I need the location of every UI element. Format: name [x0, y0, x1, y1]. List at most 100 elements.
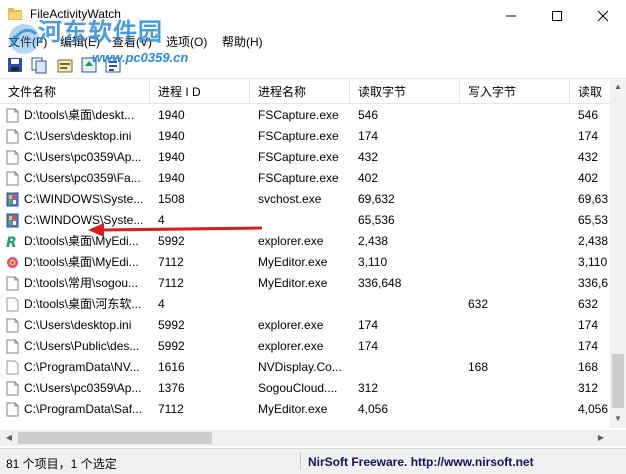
app-r-icon: R — [6, 234, 19, 251]
scroll-down-icon[interactable]: ▼ — [610, 414, 626, 423]
cell-filename: C:\ProgramData\NV... — [24, 360, 140, 374]
cell-write-bytes: 168 — [468, 360, 489, 374]
cell-filename: D:\tools\桌面\MyEdi... — [24, 255, 139, 269]
cell-read-bytes: 402 — [358, 171, 379, 185]
cell-read-bytes: 312 — [358, 381, 379, 395]
maximize-icon — [552, 11, 562, 22]
table-row[interactable]: C:\Users\desktop.ini 5992 explorer.exe 174 1… — [0, 315, 610, 336]
cell-filename: D:\tools\桌面\MyEdi... — [24, 234, 139, 248]
cell-read-more: 174 — [578, 318, 599, 332]
cell-read-more: 65,53 — [578, 213, 609, 227]
document-icon — [6, 381, 19, 396]
cell-process: NVDisplay.Co... — [258, 360, 342, 374]
table-row[interactable]: D:\tools\桌面\河东软... 4 632 632 — [0, 294, 610, 315]
status-divider — [300, 452, 301, 470]
column-header-write-bytes[interactable]: 写入字节 — [460, 80, 570, 104]
table-row[interactable]: C:\WINDOWS\Syste... 1508 svchost.exe 69,632… — [0, 189, 610, 210]
cell-filename: C:\Users\desktop.ini — [24, 318, 132, 332]
column-header-filename[interactable]: 文件名称 — [0, 80, 150, 104]
table-row[interactable]: R D:\tools\桌面\MyEdi... 5992 explorer.exe 2,4… — [0, 231, 610, 252]
cell-read-bytes: 4,056 — [358, 402, 389, 416]
document-icon — [6, 339, 19, 354]
close-button[interactable] — [580, 0, 626, 30]
cell-pid: 1376 — [158, 381, 185, 395]
cell-read-bytes — [358, 294, 446, 315]
cell-read-more: 312 — [578, 381, 599, 395]
vertical-scroll-thumb[interactable] — [612, 354, 624, 408]
menu-options[interactable]: 选项(O) — [166, 33, 207, 50]
cell-read-bytes: 174 — [358, 318, 379, 332]
file-activity-list[interactable]: 文件名称 进程 I D 进程名称 读取字节 写入字节 读取 D:\tools\桌… — [0, 80, 610, 428]
app-window: FileActivityWatch 文件(F) 编辑(E) 查看(V) 选项(O… — [0, 0, 626, 474]
cell-process: explorer.exe — [258, 234, 324, 248]
status-nirsoft-link[interactable]: NirSoft Freeware. http://www.nirsoft.net — [308, 455, 534, 469]
table-row[interactable]: C:\Users\Public\des... 5992 explorer.exe 17… — [0, 336, 610, 357]
menu-help[interactable]: 帮助(H) — [222, 33, 263, 50]
vertical-scrollbar[interactable]: ▲ ▼ — [610, 80, 626, 428]
cell-read-more: 402 — [578, 171, 599, 185]
horizontal-scroll-thumb[interactable] — [18, 432, 212, 444]
cell-pid: 5992 — [158, 318, 185, 332]
maximize-button[interactable] — [534, 0, 580, 30]
cell-read-more: 69,63 — [578, 192, 609, 206]
cell-read-bytes: 2,438 — [358, 234, 389, 248]
column-header-process[interactable]: 进程名称 — [250, 80, 350, 104]
cell-pid: 1940 — [158, 108, 185, 122]
cell-write-bytes — [468, 399, 556, 420]
cell-read-more: 546 — [578, 108, 599, 122]
cell-read-bytes: 336,648 — [358, 276, 402, 290]
table-row[interactable]: C:\ProgramData\NV... 1616 NVDisplay.Co... 1… — [0, 357, 610, 378]
cell-filename: D:\tools\常用\sogou... — [24, 276, 139, 290]
cell-read-bytes — [358, 357, 446, 378]
cell-write-bytes: 632 — [468, 297, 489, 311]
cell-read-bytes: 3,110 — [358, 255, 388, 269]
cell-pid: 1508 — [158, 192, 185, 206]
table-row[interactable]: C:\Users\pc0359\Fa... 1940 FSCapture.exe 40… — [0, 168, 610, 189]
cell-read-bytes: 69,632 — [358, 192, 395, 206]
cell-read-bytes: 174 — [358, 129, 379, 143]
copy-icon[interactable] — [30, 56, 48, 74]
watermark-title: 河东软件园 — [38, 18, 163, 46]
table-row[interactable]: C:\Users\pc0359\Ap... 1376 SogouCloud.... 3… — [0, 378, 610, 399]
properties-icon[interactable] — [56, 56, 74, 74]
column-header-pid[interactable]: 进程 I D — [150, 80, 250, 104]
document-icon — [6, 150, 19, 165]
cell-read-more: 168 — [578, 360, 599, 374]
editor-app-icon — [6, 255, 19, 270]
save-icon[interactable] — [6, 56, 24, 74]
scroll-left-icon[interactable]: ◀ — [1, 433, 17, 442]
cell-filename: D:\tools\桌面\河东软... — [24, 297, 142, 311]
cell-filename: C:\Users\pc0359\Ap... — [24, 381, 142, 395]
cell-write-bytes — [468, 168, 556, 189]
cell-write-bytes — [468, 147, 556, 168]
table-row[interactable]: C:\ProgramData\Saf... 7112 MyEditor.exe 4,0… — [0, 399, 610, 420]
cell-write-bytes — [468, 336, 556, 357]
cell-filename: C:\Users\pc0359\Fa... — [24, 171, 141, 185]
scrollbar-corner — [610, 430, 626, 446]
table-row[interactable]: C:\Users\pc0359\Ap... 1940 FSCapture.exe 43… — [0, 147, 610, 168]
cell-process: MyEditor.exe — [258, 402, 328, 416]
status-item-count: 81 个项目，1 个选定 — [6, 457, 117, 471]
cell-write-bytes — [468, 105, 556, 126]
scroll-up-icon[interactable]: ▲ — [610, 82, 626, 91]
document-icon — [6, 318, 19, 333]
cell-filename: C:\WINDOWS\Syste... — [24, 192, 144, 206]
table-row[interactable]: D:\tools\常用\sogou... 7112 MyEditor.exe 336,… — [0, 273, 610, 294]
cell-pid: 5992 — [158, 339, 185, 353]
column-header-read-more[interactable]: 读取 — [570, 80, 610, 104]
table-row[interactable]: D:\tools\桌面\deskt... 1940 FSCapture.exe 546… — [0, 105, 610, 126]
cell-read-more: 3,110 — [578, 255, 608, 269]
minimize-button[interactable] — [488, 0, 534, 30]
cell-write-bytes — [468, 210, 556, 231]
table-row[interactable]: C:\Users\desktop.ini 1940 FSCapture.exe 174… — [0, 126, 610, 147]
column-header-read-bytes[interactable]: 读取字节 — [350, 80, 460, 104]
status-bar: 81 个项目，1 个选定 NirSoft Freeware. http://ww… — [0, 448, 626, 474]
cell-read-more: 336,6 — [578, 276, 609, 290]
table-row[interactable]: C:\WINDOWS\Syste... 4 65,536 65,53 — [0, 210, 610, 231]
table-row[interactable]: D:\tools\桌面\MyEdi... 7112 MyEditor.exe 3,11… — [0, 252, 610, 273]
cell-pid: 7112 — [158, 276, 184, 290]
cell-pid: 4 — [158, 297, 165, 311]
scroll-right-icon[interactable]: ▶ — [593, 433, 609, 442]
horizontal-scrollbar[interactable]: ◀ ▶ — [0, 430, 610, 446]
cell-process: explorer.exe — [258, 339, 324, 353]
